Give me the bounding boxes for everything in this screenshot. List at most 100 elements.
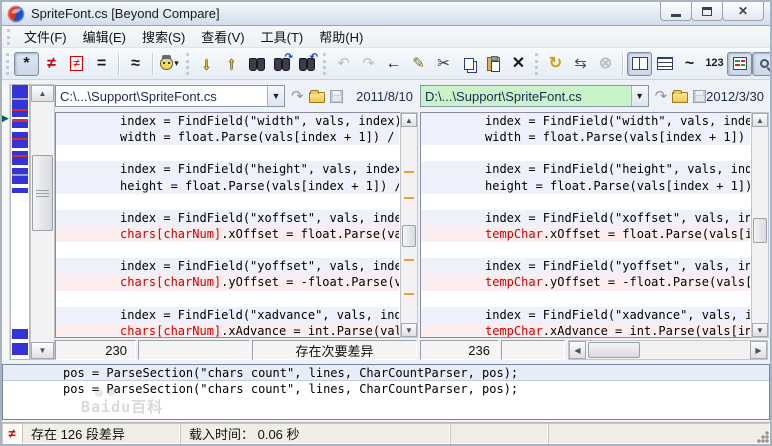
right-code-editor[interactable]: index = FindField("width", vals, index) w… [421,113,750,337]
diff-map-segment [12,85,28,98]
view-over-under-icon [656,57,673,70]
menu-item-4[interactable]: 工具(T) [253,25,312,48]
session-rules-icon [160,55,174,70]
diff-summary: 存在 126 段差异 [22,423,180,444]
diff-map-segment [12,140,28,148]
scroll-right-button[interactable]: ▶ [750,341,767,359]
next-difference-button[interactable]: ↓ [194,52,219,76]
scroll-up-button[interactable]: ▲ [31,85,54,102]
find-button[interactable] [244,52,269,76]
statusbar-cell-empty-2 [548,423,770,444]
toolbar-grip [323,52,326,75]
edit-button[interactable]: ✎ [406,52,431,76]
session-rules-button[interactable]: ▾ [157,52,182,76]
show-all-button[interactable]: * [14,51,39,76]
left-column-indicator [138,340,250,360]
previous-difference-button[interactable]: ↑ [219,52,244,76]
right-file-header: D:\...\Support\SpriteFont.cs ▼ ↷ 2012/3/… [420,84,768,108]
minimize-button[interactable] [660,2,692,21]
cut-button[interactable]: ✂ [431,52,456,76]
right-pane-scrollbar[interactable]: ▲ ▼ [751,112,769,338]
left-code-editor[interactable]: index = FindField("width", vals, index) w… [56,113,399,337]
right-path-combobox[interactable]: D:\...\Support\SpriteFont.cs ▼ [420,85,649,107]
resize-grip[interactable] [756,430,769,443]
show-differences-button[interactable]: ≠ [39,52,64,76]
code-line: tempChar.xAdvance = int.Parse(vals[inde [421,322,750,337]
code-line: index = FindField("xoffset", vals, inde [421,209,750,226]
menu-item-1[interactable]: 编辑(E) [75,25,134,48]
diff-map[interactable] [10,84,30,360]
line-detail-pane[interactable]: pos = ParseSection("chars count", lines,… [2,364,770,420]
left-open-folder-icon[interactable] [308,90,325,103]
right-open-folder-icon[interactable] [672,90,689,103]
menu-item-0[interactable]: 文件(F) [16,25,75,48]
scroll-down-button[interactable]: ▼ [31,342,54,359]
left-scroll-up-button[interactable]: ▲ [401,113,417,127]
delete-button[interactable]: ✕ [506,52,531,76]
copy-to-left-button[interactable]: ← [381,52,406,76]
refresh-button[interactable]: ↻ [543,52,568,76]
copy-button[interactable] [456,52,481,76]
code-line: chars[charNum].yOffset = -float.Parse(v [56,274,399,291]
text-compare-details-button[interactable] [727,51,752,76]
toolbar-separator [622,52,623,75]
redo-button[interactable]: ↷ [356,52,381,76]
menu-item-5[interactable]: 帮助(H) [311,25,371,48]
left-pane-scrollbar[interactable]: ▲ ▼ [400,112,418,338]
right-scrollbar-thumb[interactable] [753,218,767,243]
main-vertical-scrollbar[interactable]: ▲ ▼ [30,84,55,360]
format-123-button[interactable]: 123 [702,52,727,76]
horizontal-scrollbar-thumb[interactable] [588,342,640,358]
minimize-icon [671,13,681,17]
close-button[interactable]: ✕ [722,2,764,21]
horizontal-scrollbar[interactable]: ◀ ▶ [568,340,768,360]
diff-map-segment [12,343,28,355]
code-line: pos = ParseSection("chars count", lines,… [63,382,519,396]
left-goto-icon[interactable]: ↷ [291,87,304,105]
right-path-dropdown-icon[interactable]: ▼ [630,86,648,106]
maximize-button[interactable] [691,2,723,21]
menu-item-3[interactable]: 查看(V) [193,25,252,48]
diff-map-segment [12,176,28,184]
right-scroll-up-button[interactable]: ▲ [752,113,768,127]
right-goto-icon[interactable]: ↷ [655,87,668,105]
show-diffs-only-button[interactable]: ≠ [64,52,89,76]
menu-item-2[interactable]: 搜索(S) [134,25,193,48]
zoom-view-button[interactable] [752,51,770,76]
code-line: index = FindField("yoffset", vals, inde [421,258,750,275]
view-side-by-side-button[interactable] [627,51,652,76]
code-line: index = FindField("xadvance", vals, ind [56,306,399,323]
text-compare-details-icon [732,57,747,70]
view-over-under-button[interactable] [652,52,677,76]
scroll-left-button[interactable]: ◀ [569,341,586,359]
code-line: tempChar.yOffset = -float.Parse(vals[in [421,274,750,291]
right-save-icon[interactable] [693,89,707,103]
undo-button[interactable]: ↶ [331,52,356,76]
stop-button[interactable]: ⊗ [593,52,618,76]
toolbar-grip [6,52,9,75]
code-line: index = FindField("width", vals, index) [421,113,750,130]
show-minor-diffs-button[interactable]: ≈ [123,52,148,76]
show-same-button[interactable]: = [89,52,114,76]
left-save-icon[interactable] [329,89,343,103]
left-scroll-down-button[interactable]: ▼ [401,323,417,337]
paste-button[interactable] [481,52,506,76]
left-scrollbar-thumb[interactable] [402,225,416,247]
find-next-button[interactable]: ↷ [269,52,294,76]
find-previous-button[interactable]: ↶ [294,52,319,76]
left-path-combobox[interactable]: C:\...\Support\SpriteFont.cs ▼ [55,85,285,107]
code-line: index = FindField("width", vals, index) [56,113,399,130]
left-file-header: C:\...\Support\SpriteFont.cs ▼ ↷ 2011/8/… [55,84,417,108]
code-line: index = FindField("xoffset", vals, inde [56,209,399,226]
left-path-dropdown-icon[interactable]: ▼ [267,86,284,106]
swap-sides-button[interactable]: ⇆ [568,52,593,76]
toolbar: * ≠ ≠ = ≈ ▾ ↓ ↑ ↷ ↶ ↶ ↷ ← ✎ ✂ ✕ ↻ ⇆ ⊗ ~123 [2,48,770,80]
ignore-unimportant-button[interactable]: ~ [677,52,702,76]
right-scroll-down-button[interactable]: ▼ [752,323,768,337]
main-scrollbar-thumb[interactable] [32,155,53,231]
